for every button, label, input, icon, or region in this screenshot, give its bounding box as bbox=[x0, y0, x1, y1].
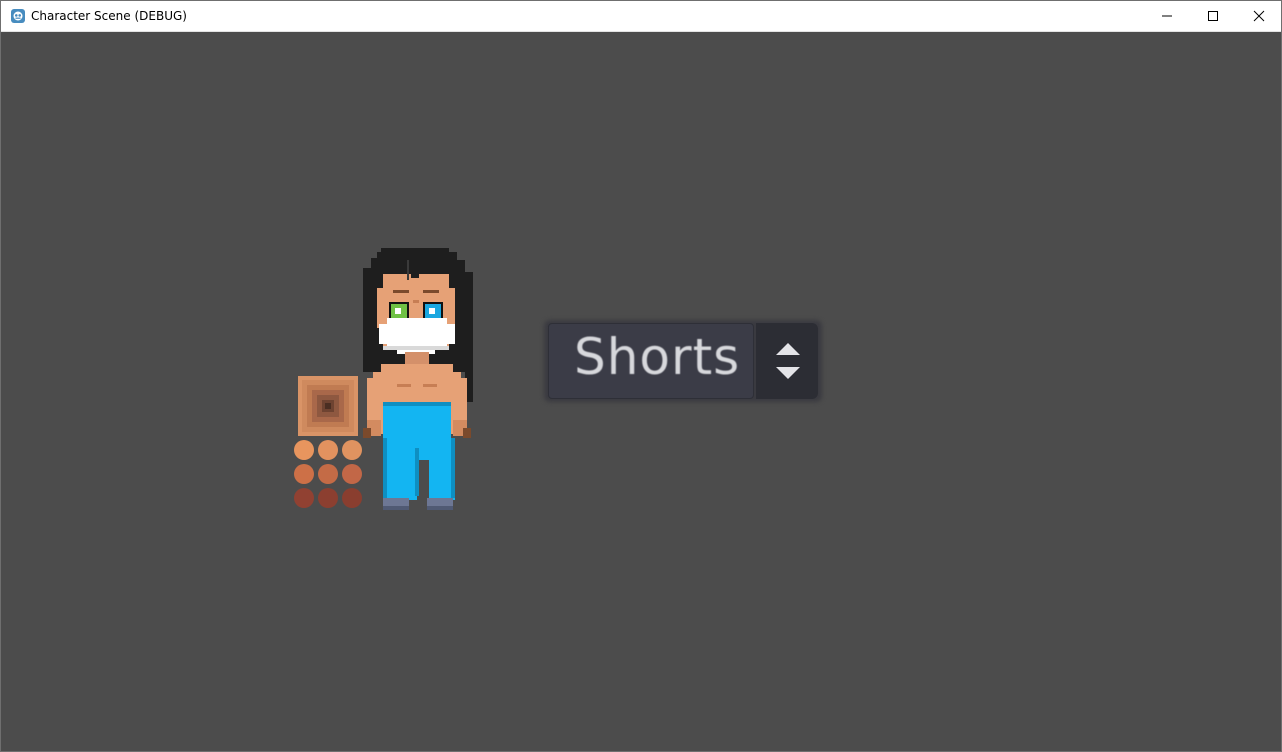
close-icon bbox=[1253, 10, 1265, 22]
up-down-arrows-icon bbox=[756, 343, 818, 403]
skin-swatch[interactable] bbox=[294, 464, 314, 484]
skin-swatch[interactable] bbox=[318, 488, 338, 508]
character-sprite bbox=[363, 248, 473, 510]
minimize-icon bbox=[1161, 10, 1173, 22]
skin-swatch[interactable] bbox=[318, 464, 338, 484]
minimize-button[interactable] bbox=[1144, 1, 1190, 31]
game-window: Character Scene (DEBUG) Shorts bbox=[0, 0, 1282, 752]
game-viewport: Shorts bbox=[1, 32, 1281, 751]
option-button-face[interactable]: Shorts bbox=[548, 323, 754, 399]
option-arrow-button[interactable] bbox=[756, 323, 818, 399]
godot-engine-icon bbox=[10, 8, 26, 24]
skin-swatch[interactable] bbox=[294, 440, 314, 460]
maximize-icon bbox=[1207, 10, 1219, 22]
skin-swatch[interactable] bbox=[294, 488, 314, 508]
clothing-option-button[interactable]: Shorts bbox=[544, 320, 822, 402]
title-bar[interactable]: Character Scene (DEBUG) bbox=[1, 1, 1281, 32]
maximize-button[interactable] bbox=[1190, 1, 1236, 31]
skin-tone-preview[interactable] bbox=[298, 376, 358, 436]
close-button[interactable] bbox=[1236, 1, 1282, 31]
skin-swatch[interactable] bbox=[318, 440, 338, 460]
window-title: Character Scene (DEBUG) bbox=[31, 9, 187, 23]
clothing-option-label: Shorts bbox=[574, 328, 741, 386]
